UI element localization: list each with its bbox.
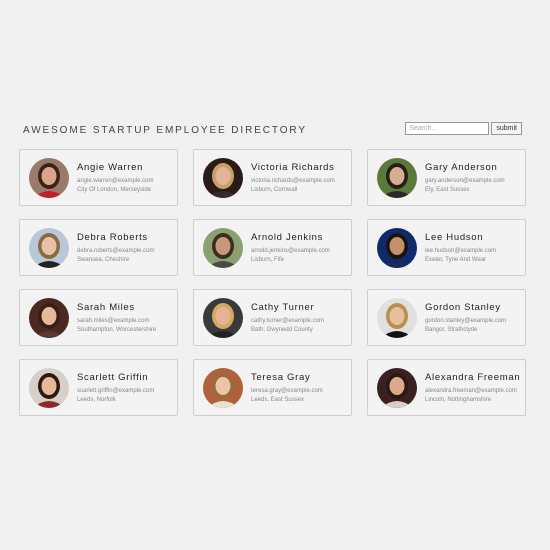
employee-location: Bangor, Strathclyde bbox=[425, 327, 478, 333]
employee-info: Angie Warren angie.warren@example.com City… bbox=[77, 162, 175, 194]
employee-info: Gordon Stanley gordon.stanley@example.com… bbox=[425, 302, 523, 334]
employee-email: gordon.stanley@example.com bbox=[425, 318, 507, 324]
search-input[interactable] bbox=[405, 122, 490, 135]
employee-card[interactable]: Sarah Miles sarah.miles@example.com Southa… bbox=[19, 289, 178, 346]
employee-email: debra.roberts@example.com bbox=[77, 248, 155, 254]
employee-card[interactable]: Angie Warren angie.warren@example.com City… bbox=[19, 149, 178, 206]
avatar bbox=[29, 368, 69, 408]
employee-name: Scarlett Griffin bbox=[77, 372, 149, 383]
employee-info: Scarlett Griffin scarlett.griffin@example… bbox=[77, 372, 175, 404]
employee-location: Lisburn, Cornwall bbox=[251, 187, 298, 193]
employee-email: cathy.turner@example.com bbox=[251, 318, 325, 324]
employee-name: Teresa Gray bbox=[251, 372, 311, 383]
directory-header: AWESOME STARTUP EMPLOYEE DIRECTORY submi… bbox=[23, 121, 527, 141]
employee-name: Alexandra Freeman bbox=[425, 372, 521, 383]
employee-email: sarah.miles@example.com bbox=[77, 318, 150, 324]
avatar bbox=[377, 228, 417, 268]
employee-location: Leeds, Norfolk bbox=[77, 397, 116, 403]
employee-name: Sarah Miles bbox=[77, 302, 135, 313]
employee-info: Alexandra Freeman alexandra.freeman@examp… bbox=[425, 372, 523, 404]
employee-card[interactable]: Arnold Jenkins arnold.jenkins@example.com… bbox=[193, 219, 352, 276]
employee-location: Swansea, Cheshire bbox=[77, 257, 130, 263]
employee-name: Gary Anderson bbox=[425, 162, 498, 173]
employee-location: Southampton, Worcestershire bbox=[77, 327, 157, 333]
employee-info: Sarah Miles sarah.miles@example.com Southa… bbox=[77, 302, 175, 334]
employee-info: Gary Anderson gary.anderson@example.com El… bbox=[425, 162, 523, 194]
employee-email: teresa.gray@example.com bbox=[251, 388, 323, 394]
submit-button[interactable]: submit bbox=[491, 122, 522, 135]
avatar bbox=[203, 298, 243, 338]
page-title: AWESOME STARTUP EMPLOYEE DIRECTORY bbox=[23, 125, 307, 136]
employee-location: Leeds, East Sussex bbox=[251, 397, 305, 403]
employee-info: Victoria Richards victoria.richards@examp… bbox=[251, 162, 349, 194]
employee-location: City Of London, Merseyside bbox=[77, 187, 152, 193]
employee-location: Bath, Gwynedd County bbox=[251, 327, 313, 333]
employee-directory-page: AWESOME STARTUP EMPLOYEE DIRECTORY submi… bbox=[0, 0, 550, 550]
avatar bbox=[29, 228, 69, 268]
avatar bbox=[377, 158, 417, 198]
avatar bbox=[203, 228, 243, 268]
employee-card[interactable]: Scarlett Griffin scarlett.griffin@example… bbox=[19, 359, 178, 416]
avatar bbox=[203, 158, 243, 198]
employee-name: Victoria Richards bbox=[251, 162, 335, 173]
employee-info: Cathy Turner cathy.turner@example.com Bath… bbox=[251, 302, 349, 334]
employee-info: Debra Roberts debra.roberts@example.com Sw… bbox=[77, 232, 175, 264]
employee-email: angie.warren@example.com bbox=[77, 178, 154, 184]
employee-card[interactable]: Teresa Gray teresa.gray@example.com Leeds,… bbox=[193, 359, 352, 416]
employee-info: Arnold Jenkins arnold.jenkins@example.com… bbox=[251, 232, 349, 264]
employee-location: Lisburn, Fife bbox=[251, 257, 285, 263]
avatar bbox=[377, 368, 417, 408]
employee-email: scarlett.griffin@example.com bbox=[77, 388, 155, 394]
employee-email: gary.anderson@example.com bbox=[425, 178, 505, 184]
employee-email: alexandra.freeman@example.com bbox=[425, 388, 517, 394]
employee-location: Exeter, Tyne And Wear bbox=[425, 257, 487, 263]
avatar bbox=[29, 298, 69, 338]
employee-grid: Angie Warren angie.warren@example.com City… bbox=[19, 149, 526, 416]
employee-card[interactable]: Gordon Stanley gordon.stanley@example.com… bbox=[367, 289, 526, 346]
employee-card[interactable]: Cathy Turner cathy.turner@example.com Bath… bbox=[193, 289, 352, 346]
employee-name: Lee Hudson bbox=[425, 232, 484, 243]
employee-card[interactable]: Gary Anderson gary.anderson@example.com El… bbox=[367, 149, 526, 206]
employee-email: victoria.richards@example.com bbox=[251, 178, 335, 184]
employee-name: Arnold Jenkins bbox=[251, 232, 324, 243]
employee-name: Gordon Stanley bbox=[425, 302, 501, 313]
employee-location: Lincoln, Nottinghamshire bbox=[425, 397, 492, 403]
employee-location: Ely, East Sussex bbox=[425, 187, 470, 193]
employee-card[interactable]: Alexandra Freeman alexandra.freeman@examp… bbox=[367, 359, 526, 416]
employee-email: lee.hudson@example.com bbox=[425, 248, 497, 254]
employee-email: arnold.jenkins@example.com bbox=[251, 248, 330, 254]
employee-name: Angie Warren bbox=[77, 162, 144, 173]
avatar bbox=[203, 368, 243, 408]
avatar bbox=[377, 298, 417, 338]
employee-card[interactable]: Victoria Richards victoria.richards@examp… bbox=[193, 149, 352, 206]
avatar bbox=[29, 158, 69, 198]
employee-info: Lee Hudson lee.hudson@example.com Exeter, … bbox=[425, 232, 523, 264]
employee-card[interactable]: Debra Roberts debra.roberts@example.com Sw… bbox=[19, 219, 178, 276]
employee-name: Cathy Turner bbox=[251, 302, 315, 313]
employee-card[interactable]: Lee Hudson lee.hudson@example.com Exeter, … bbox=[367, 219, 526, 276]
search-form: submit bbox=[405, 122, 522, 135]
employee-name: Debra Roberts bbox=[77, 232, 148, 243]
employee-info: Teresa Gray teresa.gray@example.com Leeds,… bbox=[251, 372, 349, 404]
